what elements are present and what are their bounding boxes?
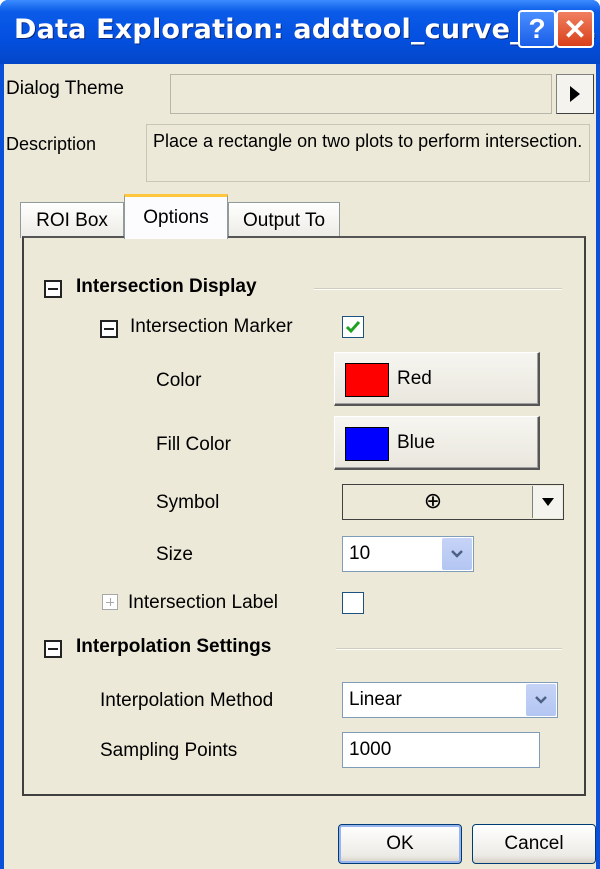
intersection-display-title: Intersection Display xyxy=(76,276,257,297)
help-button[interactable]: ? xyxy=(518,10,556,48)
description-text: Place a rectangle on two plots to perfor… xyxy=(146,124,590,182)
dialog-theme-label: Dialog Theme xyxy=(6,78,124,99)
size-label: Size xyxy=(156,544,193,565)
symbol-label: Symbol xyxy=(156,492,220,513)
play-arrow-icon xyxy=(570,86,580,102)
chevron-down-icon xyxy=(535,696,547,704)
options-panel: Intersection Display Intersection Marker… xyxy=(22,236,586,796)
fill-color-label: Fill Color xyxy=(156,434,231,455)
close-icon: ✕ xyxy=(563,13,587,45)
dialog-body: Dialog Theme Description Place a rectang… xyxy=(4,64,596,869)
dialog-window: Data Exploration: addtool_curve_int... ?… xyxy=(0,0,600,869)
collapse-intersection-display-icon[interactable] xyxy=(44,280,62,298)
title-bar[interactable]: Data Exploration: addtool_curve_int... ?… xyxy=(0,0,600,64)
ok-button[interactable]: OK xyxy=(338,824,462,864)
color-picker-button[interactable]: Red xyxy=(334,352,540,406)
tab-options[interactable]: Options xyxy=(124,194,228,239)
fill-color-picker-button[interactable]: Blue xyxy=(334,416,540,470)
circle-plus-symbol-icon: ⊕ xyxy=(423,488,443,513)
collapse-interpolation-settings-icon[interactable] xyxy=(44,640,62,658)
fill-color-value: Blue xyxy=(397,432,436,453)
color-value: Red xyxy=(397,368,432,389)
size-combobox[interactable]: 10 xyxy=(342,536,474,572)
sampling-points-input[interactable]: 1000 xyxy=(342,732,540,768)
interpolation-settings-title: Interpolation Settings xyxy=(76,636,272,657)
symbol-dropdown-button[interactable] xyxy=(532,486,562,518)
collapse-intersection-marker-icon[interactable] xyxy=(100,320,118,338)
sampling-points-label: Sampling Points xyxy=(100,740,238,761)
description-label: Description xyxy=(6,134,97,154)
help-icon: ? xyxy=(528,13,546,44)
window-title: Data Exploration: addtool_curve_int... xyxy=(14,14,598,45)
fill-color-swatch xyxy=(345,427,389,461)
close-button[interactable]: ✕ xyxy=(556,10,594,48)
dialog-theme-menu-button[interactable] xyxy=(556,74,594,114)
interpolation-method-dropdown-button[interactable] xyxy=(526,684,556,716)
size-value: 10 xyxy=(349,543,371,564)
intersection-label-checkbox[interactable] xyxy=(342,592,364,614)
tab-output-to[interactable]: Output To xyxy=(228,202,340,238)
tab-output-to-label: Output To xyxy=(242,209,326,231)
checkmark-icon xyxy=(345,321,361,334)
intersection-label-label: Intersection Label xyxy=(128,592,278,613)
sampling-points-value: 1000 xyxy=(349,739,392,760)
intersection-marker-label: Intersection Marker xyxy=(130,316,293,337)
size-dropdown-button[interactable] xyxy=(442,538,472,570)
triangle-down-icon xyxy=(541,498,554,506)
interpolation-method-label: Interpolation Method xyxy=(100,690,274,711)
section-divider xyxy=(314,288,562,290)
ok-button-label: OK xyxy=(386,833,414,854)
interpolation-method-combobox[interactable]: Linear xyxy=(342,682,558,718)
expand-intersection-label-icon[interactable] xyxy=(102,594,118,610)
symbol-dropdown[interactable]: ⊕ xyxy=(342,484,564,520)
color-swatch xyxy=(345,363,389,397)
dialog-theme-field[interactable] xyxy=(170,74,552,114)
cancel-button[interactable]: Cancel xyxy=(472,824,596,864)
tab-roi-box[interactable]: ROI Box xyxy=(20,202,124,238)
chevron-down-icon xyxy=(451,550,463,558)
section-divider xyxy=(336,648,562,650)
interpolation-method-value: Linear xyxy=(349,689,402,710)
cancel-button-label: Cancel xyxy=(504,833,564,854)
intersection-marker-checkbox[interactable] xyxy=(342,316,364,338)
tab-roi-box-label: ROI Box xyxy=(36,209,108,231)
tab-options-label: Options xyxy=(143,207,209,228)
color-label: Color xyxy=(156,370,202,391)
